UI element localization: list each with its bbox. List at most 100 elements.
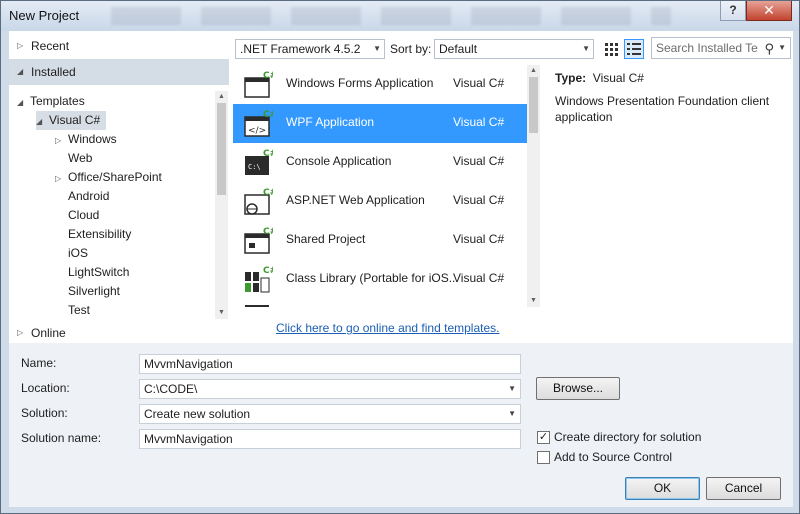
chevron-down-icon: ▼ [778,43,786,52]
template-row[interactable]: C# ASP.NET Web Application Visual C# [233,182,527,221]
online-templates-link[interactable]: Click here to go online and find templat… [276,321,499,335]
template-language: Visual C# [453,115,505,129]
svg-text:C#: C# [263,110,273,120]
location-field[interactable]: C:\CODE\ ▼ [139,379,521,399]
nav-recent[interactable]: ▷ Recent [9,33,229,59]
tree-item-label: Office/SharePoint [68,170,162,184]
expand-arrow-icon[interactable]: ▷ [55,169,63,188]
tree-item[interactable]: ▷ Windows [55,130,117,149]
chevron-down-icon: ▼ [582,44,590,53]
solution-label: Solution: [21,406,68,420]
tree-item[interactable]: Test [55,301,90,317]
expand-arrow-icon: ▷ [17,41,24,50]
template-row[interactable]: </> C# WPF Application Visual C# [233,104,527,143]
tree-item-label: Android [68,189,110,203]
name-field[interactable]: MvvmNavigation [139,354,521,374]
template-row[interactable]: C# Class Library (Portable for iOS...Visu… [233,260,527,299]
windows-forms-icon: C# [243,69,277,99]
list-view-button[interactable] [624,39,644,59]
sort-by-label: Sort by: [390,42,432,56]
template-name: WPF Application [286,115,375,129]
framework-select[interactable]: .NET Framework 4.5.2 ▼ [235,39,385,59]
tree-item[interactable]: Extensibility [55,225,131,244]
template-scroll-thumb[interactable] [529,77,538,133]
help-button[interactable]: ? [720,1,746,21]
search-placeholder: Search Installed Te [656,41,758,55]
new-project-dialog: New Project ? ✕ ▷ Recent ◢ Installed ◢ Te… [0,0,800,514]
svg-text:C#: C# [263,227,273,237]
scroll-up-icon[interactable]: ▲ [527,65,540,77]
close-button[interactable]: ✕ [746,1,792,21]
cancel-button[interactable]: Cancel [706,477,781,500]
search-input[interactable]: Search Installed Te ⚲ ▼ [651,37,791,59]
title-bar: New Project ? ✕ [1,1,799,31]
tree-item-label: Templates [30,94,85,108]
browse-button[interactable]: Browse... [536,377,620,400]
scroll-down-icon[interactable]: ▼ [215,307,228,319]
template-tree: ◢ Templates ◢ Visual C# ▷ Windows Web ▷ Office/S… [9,91,215,317]
chevron-down-icon[interactable]: ▼ [508,380,516,398]
svg-text:C#: C# [263,71,273,81]
template-row[interactable]: C# Windows Forms Application Visual C# [233,65,527,104]
collapse-arrow-icon: ◢ [17,67,24,76]
tree-item[interactable]: Android [55,187,109,206]
tree-item-label: Cloud [68,208,100,222]
template-language: Visual C# [453,154,505,168]
svg-text:C:\: C:\ [248,163,261,171]
type-label: Type: [555,71,587,85]
expand-arrow-icon[interactable]: ▷ [55,131,63,150]
scroll-down-icon[interactable]: ▼ [527,295,540,307]
template-name: Windows Forms Application [286,76,434,90]
tree-item-label: LightSwitch [68,265,130,279]
tree-item[interactable]: ▷ Office/SharePoint [55,168,162,187]
sort-value: Default [439,42,478,56]
svg-text:C#: C# [263,266,273,276]
tree-item[interactable]: Cloud [55,206,99,225]
scroll-up-icon[interactable]: ▲ [215,91,228,103]
tree-item[interactable]: iOS [55,244,88,263]
nav-online-label: Online [31,326,66,340]
tree-item[interactable]: ◢ Visual C# [36,111,107,131]
type-line: Type: Visual C# [555,71,787,85]
template-name: Shared Project [286,232,366,246]
source-control-checkbox[interactable] [537,451,550,464]
wpf-icon: </> C# [243,108,277,138]
name-value: MvvmNavigation [144,357,233,371]
template-language: Visual C# [453,232,505,246]
template-name: Class Library (Portable for iOS... [286,271,459,285]
sort-select[interactable]: Default ▼ [434,39,594,59]
template-row[interactable]: C# Shared Project Visual C# [233,221,527,260]
create-directory-checkbox[interactable]: ✓ [537,431,550,444]
collapse-arrow-icon[interactable]: ◢ [17,93,25,112]
tree-item-label: iOS [68,246,89,260]
tree-scrollbar[interactable]: ▲ ▼ [215,91,228,319]
close-icon: ✕ [763,2,775,18]
search-icon[interactable]: ⚲ [764,39,774,58]
shared-project-icon: C# [243,225,277,255]
template-list-scrollbar[interactable]: ▲ ▼ [527,65,540,307]
template-icon [243,303,273,307]
tree-item[interactable]: Silverlight [55,282,120,301]
tree-item[interactable]: LightSwitch [55,263,129,282]
solution-name-value: MvvmNavigation [144,432,233,446]
template-language: Visual C# [453,271,505,285]
project-form: Name: MvvmNavigation Location: C:\CODE\ … [9,343,793,507]
template-language: Visual C# [453,193,505,207]
tree-item[interactable]: Web [55,149,92,168]
collapse-arrow-icon[interactable]: ◢ [36,112,44,131]
solution-select[interactable]: Create new solution ▼ [139,404,521,424]
dialog-client: ▷ Recent ◢ Installed ◢ Templates ◢ Visual C… [9,31,793,507]
tree-item[interactable]: ◢ Templates [17,92,85,111]
template-language: Visual C# [453,76,505,90]
tree-scroll-thumb[interactable] [217,103,226,195]
small-icons-view-button[interactable] [601,39,621,59]
template-row[interactable]: C:\C# Console Application Visual C# [233,143,527,182]
solution-name-field[interactable]: MvvmNavigation [139,429,521,449]
tree-item-label: Extensibility [68,227,132,241]
nav-installed[interactable]: ◢ Installed [9,59,229,85]
chevron-down-icon: ▼ [373,44,381,53]
ok-button[interactable]: OK [625,477,700,500]
solution-value: Create new solution [144,407,251,421]
location-label: Location: [21,381,70,395]
template-row-partial[interactable] [233,299,527,307]
